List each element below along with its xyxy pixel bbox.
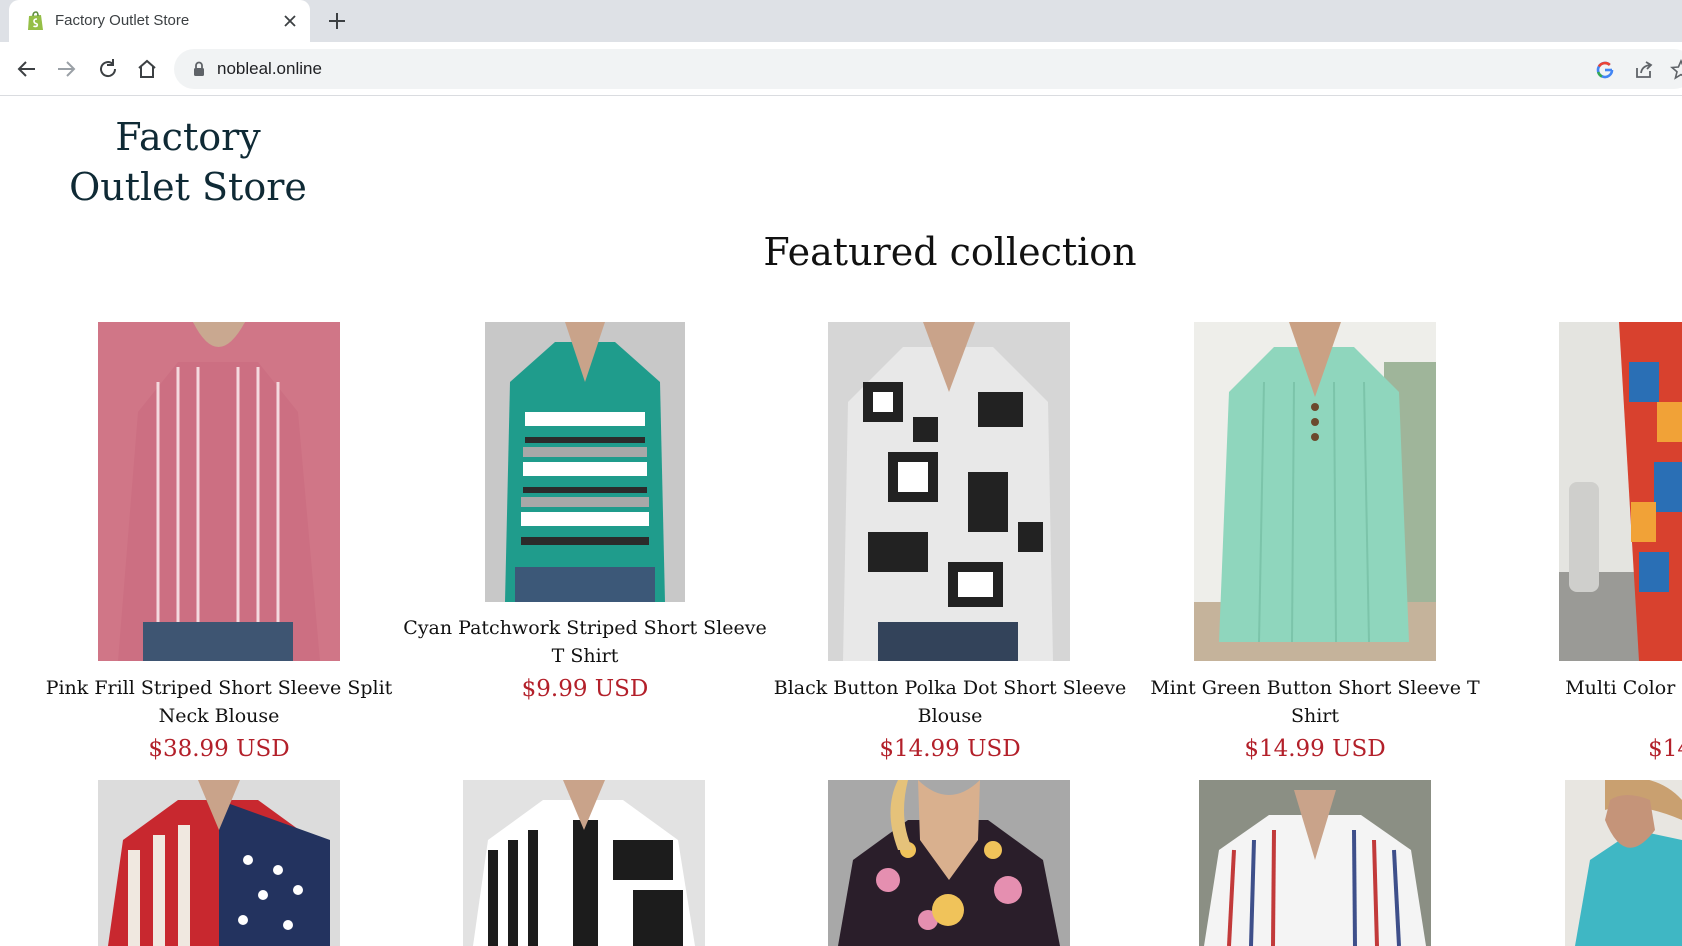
home-icon[interactable] [135, 57, 159, 81]
forward-arrow-icon[interactable] [54, 57, 78, 81]
product-card[interactable]: Mint Green Button Short Sleeve T Shirt $… [1132, 322, 1498, 762]
site-title-line2: Outlet Store [69, 165, 307, 209]
browser-tabstrip: Factory Outlet Store [0, 0, 1682, 42]
address-bar[interactable]: nobleal.online [174, 49, 1682, 89]
product-name[interactable]: Cyan Patchwork Striped Short Sleeve T Sh… [402, 614, 768, 670]
site-logo-title[interactable]: Factory Outlet Store [48, 112, 328, 212]
product-price: $14.99 USD [879, 736, 1021, 762]
bookmark-star-icon[interactable] [1670, 59, 1682, 81]
product-price: $38.99 USD [148, 736, 290, 762]
product-image[interactable] [463, 780, 705, 946]
section-title: Featured collection [763, 230, 1137, 274]
product-name[interactable]: Mint Green Button Short Sleeve T Shirt [1132, 674, 1498, 730]
product-price: $14.99 USD [1244, 736, 1386, 762]
share-icon[interactable] [1633, 59, 1655, 81]
product-image[interactable] [98, 322, 340, 661]
product-image[interactable] [485, 322, 685, 602]
product-price: $9.99 USD [521, 676, 649, 702]
product-image[interactable] [1199, 780, 1431, 946]
product-card[interactable]: Pink Frill Striped Short Sleeve Split Ne… [36, 322, 402, 762]
browser-tab[interactable]: Factory Outlet Store [9, 0, 310, 42]
new-tab-icon[interactable] [326, 10, 348, 32]
url-text[interactable]: nobleal.online [217, 59, 322, 79]
browser-toolbar: nobleal.online [0, 42, 1682, 96]
google-icon[interactable] [1594, 59, 1616, 81]
product-name[interactable]: Multi Color Draws Drawastri [1522, 674, 1682, 702]
product-image[interactable] [828, 322, 1070, 661]
lock-icon [194, 61, 204, 76]
product-image[interactable] [98, 780, 340, 946]
product-card[interactable]: Multi Color Draws Drawastri $14.9 [1498, 322, 1682, 762]
shopify-bag-icon [28, 11, 43, 30]
reload-icon[interactable] [96, 57, 120, 81]
product-name[interactable]: Pink Frill Striped Short Sleeve Split Ne… [36, 674, 402, 730]
product-image[interactable] [1565, 780, 1682, 946]
product-price: $14.9 [1648, 736, 1682, 762]
product-card[interactable]: Black Button Polka Dot Short Sleeve Blou… [767, 322, 1133, 762]
product-image[interactable] [1559, 322, 1682, 661]
tab-title: Factory Outlet Store [55, 12, 190, 29]
site-title-line1: Factory [115, 115, 261, 159]
product-name[interactable]: Black Button Polka Dot Short Sleeve Blou… [767, 674, 1133, 730]
close-tab-icon[interactable] [280, 11, 300, 31]
product-image[interactable] [828, 780, 1070, 946]
product-image[interactable] [1194, 322, 1436, 661]
back-arrow-icon[interactable] [15, 57, 39, 81]
product-card[interactable]: Cyan Patchwork Striped Short Sleeve T Sh… [402, 322, 768, 722]
